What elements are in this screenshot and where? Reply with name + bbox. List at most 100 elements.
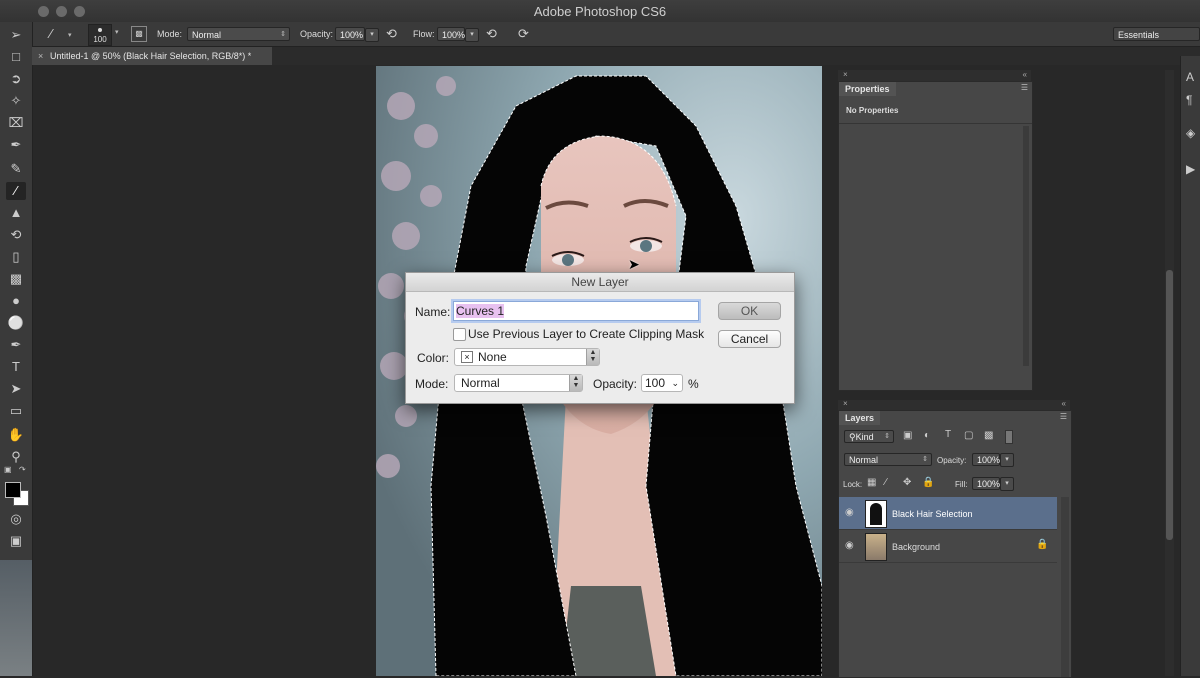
collapse-panel-icon[interactable]: « [1023,70,1027,79]
paragraph-panel-icon[interactable]: ¶ [1186,93,1192,107]
lock-all-icon[interactable]: 🔒 [922,477,934,488]
brush-tool-preset-icon[interactable]: ∕ [50,26,52,41]
brush-size-value: 100 [93,35,107,44]
lock-transparent-icon[interactable]: ▦ [867,477,876,488]
chevron-down-icon[interactable]: ▾ [68,31,72,39]
move-tool-icon[interactable]: ➢ [6,26,26,44]
visibility-eye-icon[interactable]: ◉ [845,507,854,518]
layer-opacity-value: 100% [977,455,1001,465]
properties-panel: Properties ☰ No Properties [838,81,1033,391]
clone-stamp-tool-icon[interactable]: ▲ [6,204,26,222]
pixel-filter-icon[interactable]: ▣ [903,430,912,441]
eyedropper-tool-icon[interactable]: ✒ [6,136,26,154]
panel-menu-icon[interactable]: ☰ [1021,83,1028,92]
close-panel-icon[interactable]: × [843,70,848,79]
visibility-eye-icon[interactable]: ◉ [845,540,854,551]
layers-tab[interactable]: Layers [839,411,881,425]
crop-tool-icon[interactable]: ⌧ [6,114,26,132]
layer-opacity-dropdown[interactable]: ▾ [1000,453,1014,467]
opacity-input[interactable]: 100 ⌄ [641,374,683,392]
chevron-down-icon[interactable]: ⌄ [671,375,679,391]
cancel-button[interactable]: Cancel [718,330,781,348]
mode-value: Normal [192,30,222,40]
color-select[interactable]: × None ▲ ▼ [454,348,600,366]
stepper-icon: ⇕ [280,31,286,38]
layer-filter-select[interactable]: ⚲Kind ⇕ [844,430,894,443]
smart-object-filter-icon[interactable]: ▩ [984,430,993,441]
zoom-tool-icon[interactable]: ⚲ [6,448,26,466]
fill-input[interactable]: 100% [972,477,1000,490]
airbrush-icon[interactable]: ⟲ [486,26,497,42]
mode-select[interactable]: Normal ⇕ [187,27,290,41]
pen-tool-icon[interactable]: ✒ [6,336,26,354]
lock-position-icon[interactable]: ✥ [903,477,911,488]
workspace-switcher[interactable]: Essentials [1113,27,1200,41]
default-colors-icon[interactable]: ▣ [4,465,12,474]
panel-menu-icon[interactable]: ☰ [1060,412,1067,421]
healing-brush-tool-icon[interactable]: ✎ [6,160,26,178]
document-tab[interactable]: × Untitled-1 @ 50% (Black Hair Selection… [32,47,272,65]
layer-row[interactable]: ◉ Background 🔒 [839,530,1057,563]
history-brush-tool-icon[interactable]: ⟲ [6,226,26,244]
paint-bucket-tool-icon[interactable]: ▩ [6,270,26,288]
flow-input[interactable]: 100% [437,27,465,41]
path-selection-tool-icon[interactable]: ➤ [6,380,26,398]
fill-dropdown[interactable]: ▾ [1000,477,1014,491]
marquee-tool-icon[interactable]: □ [6,48,26,66]
flow-dropdown-button[interactable]: ▾ [465,28,479,42]
ok-button[interactable]: OK [718,302,781,320]
blur-tool-icon[interactable]: ● [6,292,26,310]
actions-panel-icon[interactable]: ▶ [1186,162,1195,176]
layer-name-input[interactable]: Curves 1 [453,301,699,321]
quick-mask-icon[interactable]: ◎ [6,510,26,528]
eraser-tool-icon[interactable]: ▯ [6,248,26,266]
layer-row[interactable]: ◉ Black Hair Selection [839,497,1057,530]
layer-thumbnail [865,500,887,528]
screen-mode-icon[interactable]: ▣ [6,532,26,550]
rectangle-tool-icon[interactable]: ▭ [6,402,26,420]
search-icon: ⚲ [849,432,856,442]
layer-opacity-input[interactable]: 100% [972,453,1000,466]
properties-tab[interactable]: Properties [839,82,896,96]
adjustments-panel-icon[interactable]: ◈ [1186,126,1195,140]
character-panel-icon[interactable]: A [1186,70,1194,84]
stepper-icon: ⇕ [884,433,890,440]
foreground-color-swatch[interactable] [5,482,21,498]
lock-image-icon[interactable]: ∕ [885,477,887,488]
brush-size-picker[interactable]: 100 [88,24,112,46]
mode-label: Mode: [157,29,183,39]
layer-thumbnail [865,533,887,561]
percent-label: % [688,377,699,391]
shape-filter-icon[interactable]: ▢ [964,430,973,441]
clipping-mask-label: Use Previous Layer to Create Clipping Ma… [468,327,705,341]
brush-panel-toggle-icon[interactable]: ▩ [131,26,147,42]
clipping-mask-checkbox[interactable] [453,328,466,341]
type-filter-icon[interactable]: T [945,429,951,440]
brush-tool-icon[interactable]: ∕ [6,182,26,200]
type-tool-icon[interactable]: T [6,358,26,376]
filter-toggle[interactable] [1005,430,1013,444]
dock-scrollbar-thumb[interactable] [1166,270,1173,540]
lasso-tool-icon[interactable]: ➲ [6,70,26,88]
quick-selection-tool-icon[interactable]: ✧ [6,92,26,110]
layers-scrollbar[interactable] [1061,497,1069,677]
blend-mode-select[interactable]: Normal ⇕ [844,453,932,466]
dodge-tool-icon[interactable]: ⚪ [6,314,26,332]
hand-tool-icon[interactable]: ✋ [6,426,26,444]
close-panel-icon[interactable]: × [843,399,848,408]
opacity-input[interactable]: 100% [335,27,365,41]
chevron-down-icon[interactable]: ▾ [115,28,119,36]
title-bar: Adobe Photoshop CS6 [0,0,1200,23]
mode-select[interactable]: Normal ▲ ▼ [454,374,583,392]
pressure-size-icon[interactable]: ⟳ [518,26,529,42]
color-label: Color: [417,351,450,365]
opacity-dropdown-button[interactable]: ▾ [365,28,379,42]
collapse-panel-icon[interactable]: « [1062,399,1066,408]
properties-scrollbar[interactable] [1023,126,1029,366]
adjustment-filter-icon[interactable]: ◐ [924,430,930,441]
workspace-value: Essentials [1118,30,1160,40]
opacity-label: Opacity: [300,29,334,39]
pressure-opacity-icon[interactable]: ⟲ [386,26,397,42]
swap-colors-icon[interactable]: ↷ [19,465,26,474]
close-tab-icon[interactable]: × [38,47,43,65]
